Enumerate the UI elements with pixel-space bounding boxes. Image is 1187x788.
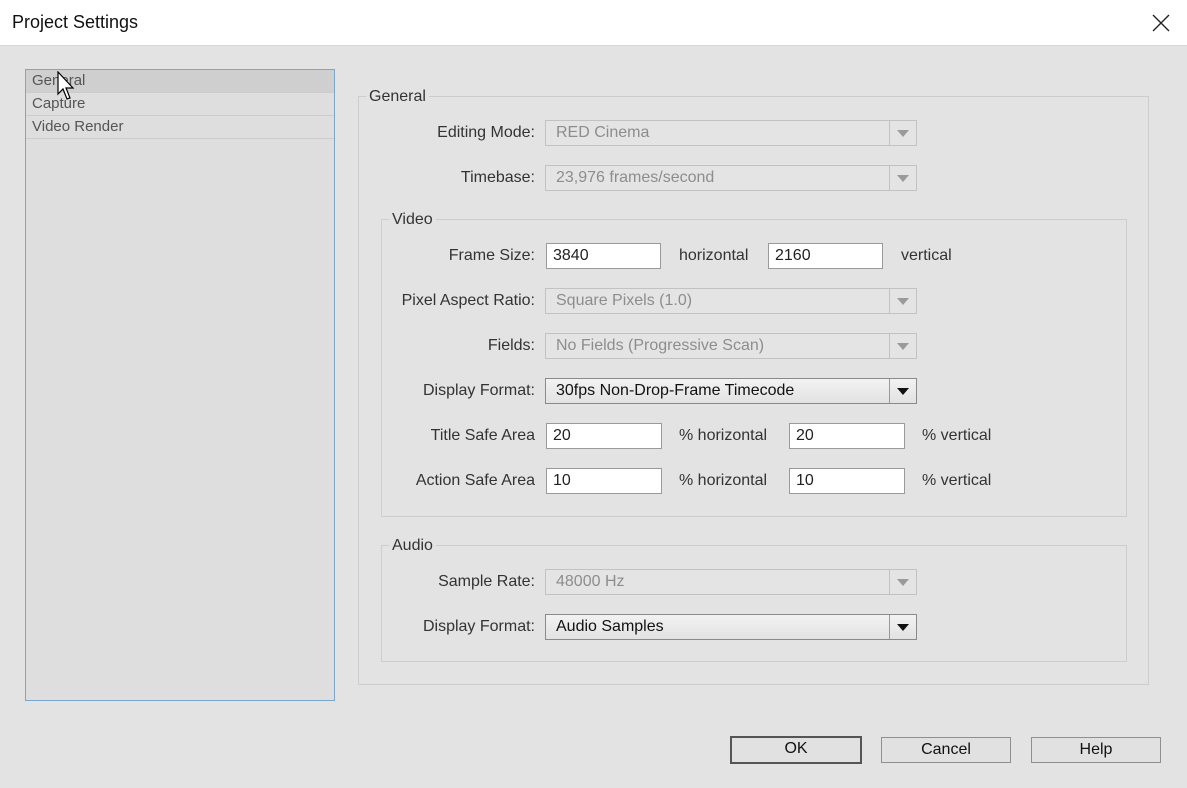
title-safe-vertical-input[interactable]: 20 [789,423,905,449]
video-display-format-value: 30fps Non-Drop-Frame Timecode [556,382,795,399]
editing-mode-value: RED Cinema [556,124,650,141]
ok-button[interactable]: OK [730,736,862,764]
sample-rate-select[interactable]: 48000 Hz [545,569,917,595]
frame-width-unit: horizontal [679,247,749,264]
frame-width-input[interactable]: 3840 [546,243,661,269]
audio-display-format-value: Audio Samples [556,618,664,635]
fields-select[interactable]: No Fields (Progressive Scan) [545,333,917,359]
chevron-down-icon [889,570,916,594]
fields-value: No Fields (Progressive Scan) [556,337,765,354]
chevron-down-icon [889,289,916,313]
general-legend: General [366,88,429,106]
frame-height-unit: vertical [901,247,952,264]
editing-mode-label: Editing Mode: [437,124,535,141]
frame-size-label: Frame Size: [448,247,535,264]
help-button[interactable]: Help [1031,737,1161,763]
action-safe-vertical-input[interactable]: 10 [789,468,905,494]
mouse-cursor-icon [57,71,75,100]
sample-rate-label: Sample Rate: [438,573,535,590]
title-safe-horizontal-unit: % horizontal [679,427,768,444]
action-safe-horizontal-unit: % horizontal [679,472,768,489]
title-safe-vertical-unit: % vertical [922,427,992,444]
action-safe-horizontal-input[interactable]: 10 [546,468,662,494]
chevron-down-icon [889,166,916,190]
audio-group [381,545,1127,662]
chevron-down-icon [889,334,916,358]
frame-height-input[interactable]: 2160 [768,243,883,269]
audio-display-format-select[interactable]: Audio Samples [545,614,917,640]
action-safe-label: Action Safe Area [415,472,535,489]
title-safe-label: Title Safe Area [430,427,535,444]
timebase-value: 23,976 frames/second [556,169,715,186]
timebase-select[interactable]: 23,976 frames/second [545,165,917,191]
chevron-down-icon [889,121,916,145]
pixel-aspect-select[interactable]: Square Pixels (1.0) [545,288,917,314]
pixel-aspect-value: Square Pixels (1.0) [556,292,693,309]
chevron-down-icon [889,379,916,403]
cancel-button[interactable]: Cancel [881,737,1011,763]
close-icon [1152,14,1170,31]
title-safe-horizontal-input[interactable]: 20 [546,423,662,449]
title-bar: Project Settings [0,0,1187,46]
close-button[interactable] [1135,0,1187,45]
sample-rate-value: 48000 Hz [556,573,625,590]
settings-category-list: General Capture Video Render [25,69,335,701]
editing-mode-select[interactable]: RED Cinema [545,120,917,146]
video-legend: Video [389,211,436,229]
window-title: Project Settings [12,12,139,32]
audio-display-format-label: Display Format: [422,618,535,635]
sidebar-item-video-render[interactable]: Video Render [26,116,334,139]
video-display-format-label: Display Format: [422,382,535,399]
audio-legend: Audio [389,537,436,555]
pixel-aspect-label: Pixel Aspect Ratio: [401,292,535,309]
timebase-label: Timebase: [460,169,535,186]
fields-label: Fields: [487,337,535,354]
action-safe-vertical-unit: % vertical [922,472,992,489]
chevron-down-icon [889,615,916,639]
video-display-format-select[interactable]: 30fps Non-Drop-Frame Timecode [545,378,917,404]
